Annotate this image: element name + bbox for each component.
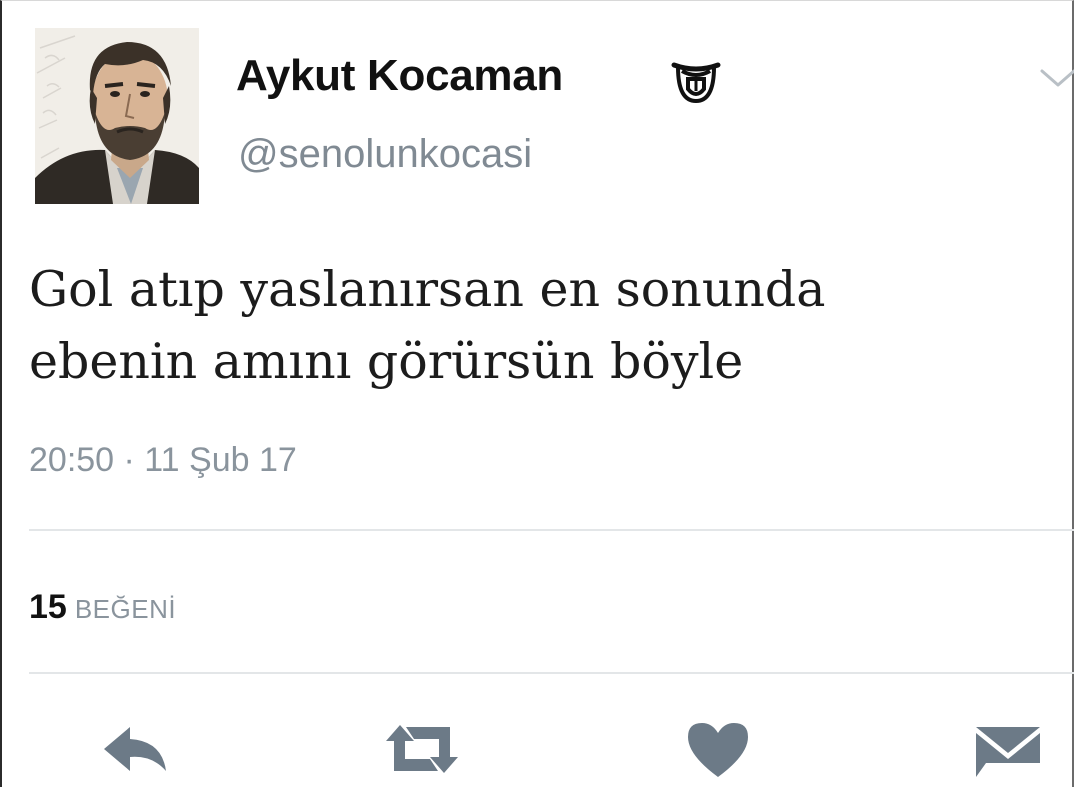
heart-icon[interactable] bbox=[684, 719, 752, 783]
avatar-portrait-image bbox=[35, 28, 199, 204]
tweet-timestamp[interactable]: 20:50 · 11 Şub 17 bbox=[29, 441, 297, 480]
avatar[interactable] bbox=[35, 28, 199, 204]
tweet-text-line: ebenin amını görürsün böyle bbox=[29, 333, 744, 390]
retweet-icon[interactable] bbox=[380, 719, 464, 783]
tweet-text-line: Gol atıp yaslanırsan en sonunda bbox=[29, 261, 826, 318]
divider bbox=[29, 672, 1074, 674]
display-name[interactable]: Aykut Kocaman bbox=[236, 51, 563, 101]
user-handle[interactable]: @senolunkocasi bbox=[238, 132, 532, 177]
likes-count: 15 bbox=[29, 588, 67, 626]
tweet-card: Aykut Kocaman @senolunkocasi Gol atıp ya… bbox=[0, 0, 1074, 787]
divider bbox=[29, 529, 1074, 531]
likes-label: BEĞENİ bbox=[74, 594, 177, 624]
likes-stat[interactable]: 15 BEĞENİ bbox=[29, 588, 176, 627]
tweet-text: Gol atıp yaslanırsan en sonunda ebenin a… bbox=[29, 254, 1059, 398]
reply-icon[interactable] bbox=[100, 719, 172, 783]
chevron-down-icon[interactable] bbox=[1038, 65, 1074, 93]
tongue-out-emoji-icon bbox=[668, 57, 724, 107]
direct-message-icon[interactable] bbox=[972, 719, 1044, 783]
